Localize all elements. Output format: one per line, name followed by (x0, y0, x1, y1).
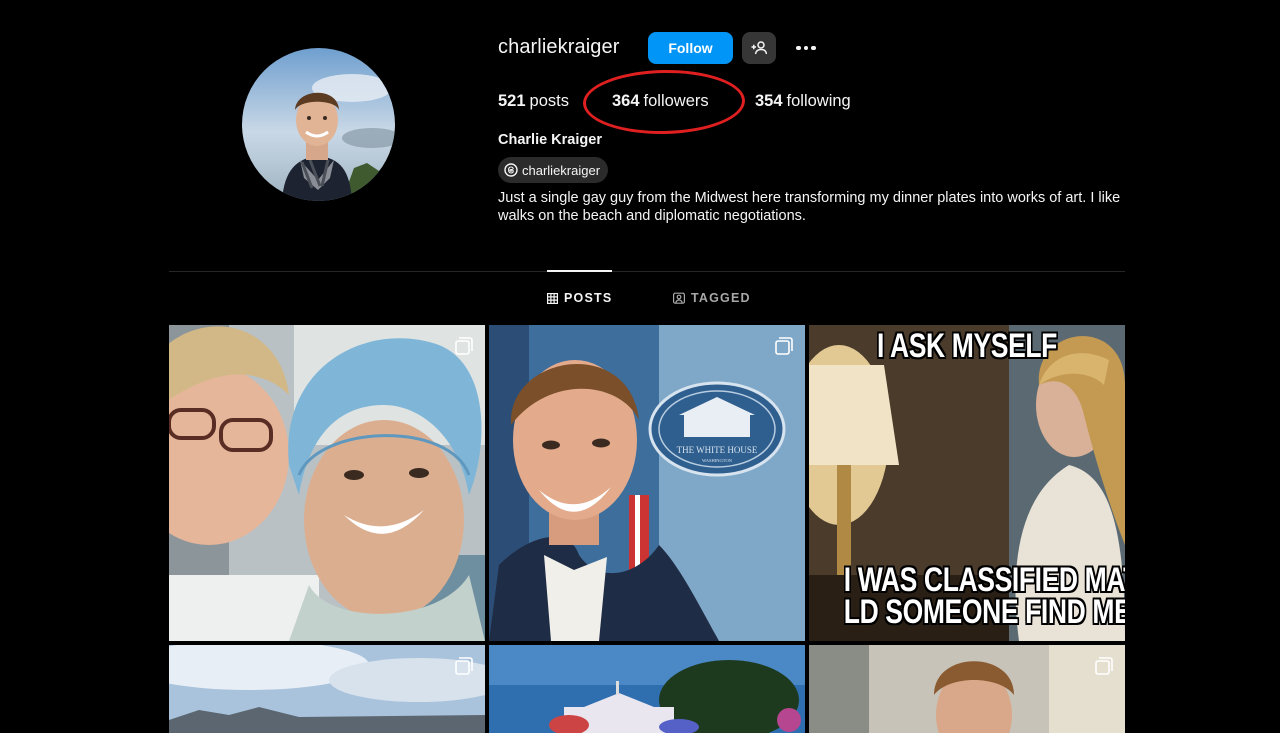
meme-bottom-text-2: LD SOMEONE FIND ME AT HO (843, 593, 1125, 631)
post-tile-white-house-exterior[interactable] (489, 645, 805, 733)
following-label: following (786, 92, 851, 110)
active-tab-indicator (547, 270, 612, 272)
more-options-button[interactable] (792, 36, 820, 60)
tab-tagged-label: TAGGED (691, 291, 751, 305)
profile-avatar[interactable] (242, 48, 395, 201)
seal-subtext: WASHINGTON (702, 458, 733, 463)
profile-username: charliekraiger (498, 36, 620, 58)
tab-tagged[interactable]: TAGGED (673, 291, 751, 305)
grid-icon (547, 292, 558, 304)
post-tile-hospital-selfie[interactable] (169, 325, 485, 641)
threads-handle: charliekraiger (522, 162, 601, 178)
carousel-icon (775, 337, 793, 355)
tab-posts[interactable]: POSTS (547, 291, 612, 305)
post-tile-meme[interactable]: I ASK MYSELF I WAS CLASSIFIED MATERI LD … (809, 325, 1125, 641)
tab-posts-label: POSTS (564, 291, 613, 305)
carousel-icon (1095, 657, 1113, 675)
post-tile-white-house-selfie[interactable]: THE WHITE HOUSE WASHINGTON (489, 325, 805, 641)
profile-full-name: Charlie Kraiger (498, 132, 602, 148)
suggested-accounts-button[interactable] (742, 32, 776, 64)
meme-top-text: I ASK MYSELF (876, 327, 1057, 365)
threads-badge[interactable]: charliekraiger (498, 157, 609, 183)
tabs-divider (169, 271, 1125, 272)
post-tile-portrait[interactable] (809, 645, 1125, 733)
seal-text: THE WHITE HOUSE (677, 445, 758, 455)
posts-count-stat: 521 posts (498, 92, 569, 111)
add-user-icon (751, 41, 767, 55)
tagged-icon (673, 292, 685, 304)
post-tile-lake-landscape[interactable] (169, 645, 485, 733)
carousel-icon (455, 337, 473, 355)
profile-bio: Just a single gay guy from the Midwest h… (498, 190, 1121, 224)
dot-icon (811, 45, 816, 51)
posts-label: posts (529, 92, 569, 110)
carousel-icon (455, 657, 473, 675)
following-link[interactable]: 354 following (755, 92, 851, 111)
dot-icon (796, 45, 801, 51)
threads-icon (504, 163, 518, 177)
red-circle-annotation (582, 68, 746, 136)
posts-count: 521 (498, 92, 526, 110)
follow-button[interactable]: Follow (648, 32, 733, 64)
dot-icon (803, 45, 809, 51)
following-count: 354 (755, 92, 783, 110)
